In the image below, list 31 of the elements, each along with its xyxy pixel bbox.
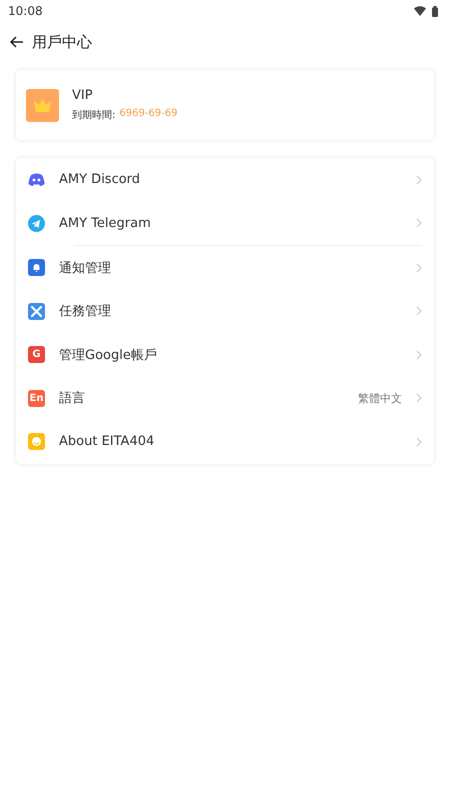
- paper-plane-icon: [28, 214, 45, 232]
- chevron-icon: [416, 218, 422, 228]
- back-arrow-icon: [10, 36, 24, 48]
- menu-item[interactable]: 任務管理: [59, 302, 402, 320]
- battery-icon: [432, 6, 438, 16]
- chevron-icon: [416, 174, 422, 185]
- menu-item[interactable]: 語言: [59, 389, 344, 408]
- chevron-icon: [416, 350, 422, 360]
- back-button[interactable]: [10, 36, 24, 48]
- chevron-icon: [416, 262, 422, 273]
- expiry-date: 6969-69-69: [119, 108, 178, 121]
- chevron-icon: [416, 306, 422, 316]
- crown-icon: [26, 88, 59, 122]
- chevron-icon: [416, 393, 422, 404]
- menu-item[interactable]: 管理Google帳戶: [59, 346, 402, 364]
- smiley-icon: [28, 433, 45, 450]
- chevron-icon: [416, 436, 422, 447]
- status-time: 10:08: [8, 4, 43, 18]
- letter-icon: En: [28, 390, 45, 407]
- game-controller-icon: [28, 172, 45, 187]
- menu-item[interactable]: AMY Telegram: [59, 216, 402, 231]
- menu-item[interactable]: AMY Discord: [59, 172, 402, 188]
- wifi-icon: [414, 6, 426, 16]
- menu-value: 繁體中文: [358, 390, 402, 406]
- expiry-label: 到期時間:: [72, 108, 116, 122]
- letter-icon: G: [28, 346, 45, 364]
- page-title: 用戶中心: [32, 32, 92, 52]
- bell-icon: [28, 259, 45, 276]
- vip-title: VIP: [72, 88, 94, 103]
- menu-item[interactable]: About EITA404: [59, 434, 402, 450]
- menu-item[interactable]: 通知管理: [59, 258, 402, 277]
